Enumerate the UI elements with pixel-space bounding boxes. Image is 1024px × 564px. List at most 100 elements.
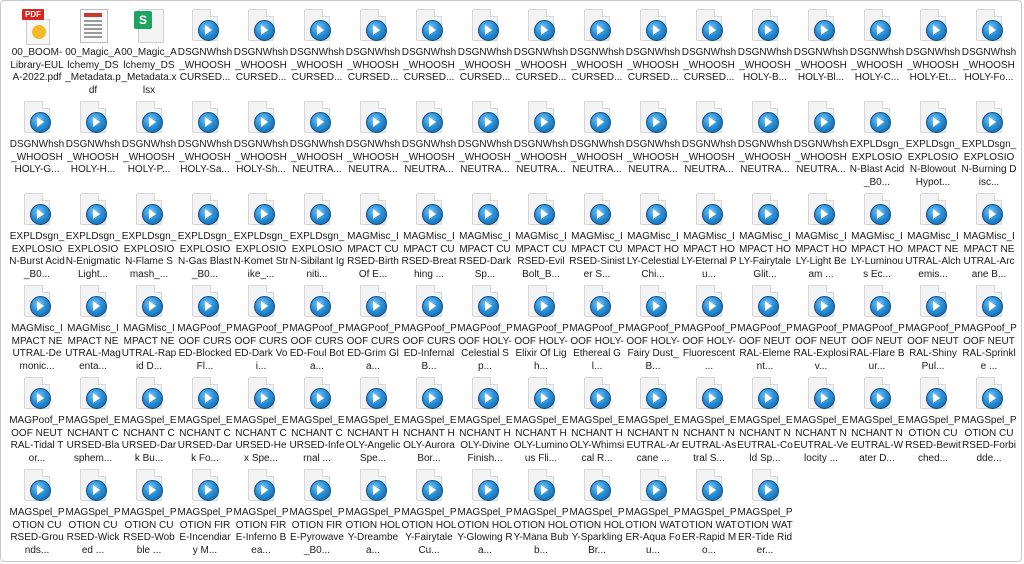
file-item[interactable]: MAGPoof_POOF NEUTRAL-Explosiv... — [793, 283, 849, 375]
file-item[interactable]: DSGNWhsh_WHOOSH CURSED... — [401, 7, 457, 99]
file-item[interactable]: DSGNWhsh_WHOOSH HOLY-C... — [849, 7, 905, 99]
file-item[interactable]: EXPLDsgn_EXPLOSION-Flame Smash_... — [121, 191, 177, 283]
file-item[interactable]: MAGPoof_POOF CURSED-Foul Bota... — [289, 283, 345, 375]
file-item[interactable]: MAGMisc_IMPACT CURSED-Sinister S... — [569, 191, 625, 283]
file-item[interactable]: DSGNWhsh_WHOOSH NEUTRA... — [345, 99, 401, 191]
file-item[interactable]: MAGMisc_IMPACT CURSED-Birth Of E... — [345, 191, 401, 283]
file-item[interactable]: MAGPoof_POOF NEUTRAL-Flare Bur... — [849, 283, 905, 375]
file-item[interactable]: MAGSpel_ENCHANT CURSED-Dark Bu... — [121, 375, 177, 467]
file-item[interactable]: MAGSpel_ENCHANT CURSED-Blasphem... — [65, 375, 121, 467]
file-item[interactable]: MAGMisc_IMPACT NEUTRAL-Arcane B... — [961, 191, 1017, 283]
file-item[interactable]: EXPLDsgn_EXPLOSION-Gas Blast_B0... — [177, 191, 233, 283]
file-item[interactable]: MAGPoof_POOF HOLY-Celestial Sp... — [457, 283, 513, 375]
file-item[interactable]: EXPLDsgn_EXPLOSION-Blowout Hypot... — [905, 99, 961, 191]
file-item[interactable]: MAGSpel_POTION HOLY-Glowing Ra... — [457, 467, 513, 559]
file-item[interactable]: MAGMisc_IMPACT NEUTRAL-Demonic... — [9, 283, 65, 375]
file-item[interactable]: MAGPoof_POOF CURSED-Dark Voi... — [233, 283, 289, 375]
file-item[interactable]: MAGSpel_POTION WATER-Aqua Fou... — [625, 467, 681, 559]
file-item[interactable]: PDF 00_BOOM-Library-EULA-2022.pdf — [9, 7, 65, 99]
file-item[interactable]: DSGNWhsh_WHOOSH CURSED... — [569, 7, 625, 99]
file-item[interactable]: MAGSpel_ENCHANT HOLY-Divine Finish... — [457, 375, 513, 467]
file-item[interactable]: MAGSpel_ENCHANT HOLY-Angelic Spe... — [345, 375, 401, 467]
file-item[interactable]: MAGPoof_POOF NEUTRAL-Sprinkle ... — [961, 283, 1017, 375]
file-item[interactable]: DSGNWhsh_WHOOSH NEUTRA... — [681, 99, 737, 191]
file-item[interactable]: DSGNWhsh_WHOOSH NEUTRA... — [625, 99, 681, 191]
file-item[interactable]: MAGSpel_ENCHANT HOLY-Whimsical R... — [569, 375, 625, 467]
file-item[interactable]: MAGSpel_POTION FIRE-Pyrowave_B0... — [289, 467, 345, 559]
file-item[interactable]: DSGNWhsh_WHOOSH HOLY-G... — [9, 99, 65, 191]
file-item[interactable]: DSGNWhsh_WHOOSH NEUTRA... — [513, 99, 569, 191]
file-item[interactable]: DSGNWhsh_WHOOSH CURSED... — [177, 7, 233, 99]
file-item[interactable]: MAGSpel_ENCHANT CURSED-Hex Spe... — [233, 375, 289, 467]
file-item[interactable]: DSGNWhsh_WHOOSH NEUTRA... — [793, 99, 849, 191]
file-item[interactable]: MAGPoof_POOF NEUTRAL-Element... — [737, 283, 793, 375]
file-item[interactable]: MAGPoof_POOF NEUTRAL-Shiny Pul... — [905, 283, 961, 375]
file-item[interactable]: DSGNWhsh_WHOOSH CURSED... — [513, 7, 569, 99]
file-item[interactable]: EXPLDsgn_EXPLOSION-Burst Acid_B0... — [9, 191, 65, 283]
file-item[interactable]: MAGMisc_IMPACT HOLY-Celestial Chi... — [625, 191, 681, 283]
file-item[interactable]: MAGSpel_POTION CURSED-Bewitched... — [905, 375, 961, 467]
file-item[interactable]: MAGMisc_IMPACT CURSED-Evil Bolt_B... — [513, 191, 569, 283]
file-item[interactable]: MAGSpel_POTION CURSED-Forbidde... — [961, 375, 1017, 467]
file-item[interactable]: DSGNWhsh_WHOOSH NEUTRA... — [289, 99, 345, 191]
file-item[interactable]: DSGNWhsh_WHOOSH HOLY-Bl... — [793, 7, 849, 99]
file-item[interactable]: MAGMisc_IMPACT HOLY-Luminous Ec... — [849, 191, 905, 283]
file-item[interactable]: MAGSpel_POTION FIRE-Incendiary M... — [177, 467, 233, 559]
file-item[interactable]: MAGSpel_POTION CURSED-Wicked ... — [65, 467, 121, 559]
file-item[interactable]: DSGNWhsh_WHOOSH CURSED... — [345, 7, 401, 99]
file-item[interactable]: DSGNWhsh_WHOOSH NEUTRA... — [569, 99, 625, 191]
file-item[interactable]: 00_Magic_Alchemy_DS_Metadata.pdf — [65, 7, 121, 99]
file-item[interactable]: MAGSpel_ENCHANT CURSED-Infernal ... — [289, 375, 345, 467]
file-item[interactable]: MAGSpel_POTION CURSED-Grounds... — [9, 467, 65, 559]
file-item[interactable]: MAGPoof_POOF HOLY-Elixir Of Ligh... — [513, 283, 569, 375]
file-item[interactable]: MAGSpel_POTION WATER-Rapid Mo... — [681, 467, 737, 559]
file-item[interactable]: MAGSpel_ENCHANT CURSED-Dark Fo... — [177, 375, 233, 467]
file-item[interactable]: MAGPoof_POOF CURSED-Grim Gla... — [345, 283, 401, 375]
file-item[interactable]: MAGPoof_POOF CURSED-Blocked Fl... — [177, 283, 233, 375]
file-item[interactable]: DSGNWhsh_WHOOSH HOLY-H... — [65, 99, 121, 191]
file-item[interactable]: MAGMisc_IMPACT HOLY-Fairytale Glit... — [737, 191, 793, 283]
file-item[interactable]: MAGPoof_POOF HOLY-Fluorescent ... — [681, 283, 737, 375]
file-item[interactable]: MAGSpel_ENCHANT NEUTRAL-Cold Sp... — [737, 375, 793, 467]
file-item[interactable]: MAGSpel_ENCHANT NEUTRAL-Water D... — [849, 375, 905, 467]
file-item[interactable]: MAGSpel_POTION HOLY-Mana Bubb... — [513, 467, 569, 559]
file-item[interactable]: MAGPoof_POOF HOLY-Ethereal Gl... — [569, 283, 625, 375]
file-item[interactable]: MAGSpel_ENCHANT NEUTRAL-Arcane ... — [625, 375, 681, 467]
file-item[interactable]: DSGNWhsh_WHOOSH HOLY-B... — [737, 7, 793, 99]
file-item[interactable]: MAGSpel_ENCHANT NEUTRAL-Velocity ... — [793, 375, 849, 467]
file-item[interactable]: MAGPoof_POOF NEUTRAL-Tidal Tor... — [9, 375, 65, 467]
file-item[interactable]: MAGMisc_IMPACT NEUTRAL-Alchemis... — [905, 191, 961, 283]
file-item[interactable]: EXPLDsgn_EXPLOSION-Komet Strike_... — [233, 191, 289, 283]
file-item[interactable]: DSGNWhsh_WHOOSH HOLY-P... — [121, 99, 177, 191]
file-item[interactable]: DSGNWhsh_WHOOSH HOLY-Fo... — [961, 7, 1017, 99]
file-item[interactable]: MAGSpel_ENCHANT NEUTRAL-Astral S... — [681, 375, 737, 467]
file-item[interactable]: DSGNWhsh_WHOOSH NEUTRA... — [737, 99, 793, 191]
file-item[interactable]: MAGSpel_POTION FIRE-Inferno Bea... — [233, 467, 289, 559]
file-item[interactable]: MAGSpel_POTION CURSED-Wobble ... — [121, 467, 177, 559]
file-item[interactable]: MAGMisc_IMPACT NEUTRAL-Rapid D... — [121, 283, 177, 375]
file-item[interactable]: DSGNWhsh_WHOOSH CURSED... — [233, 7, 289, 99]
file-item[interactable]: MAGSpel_ENCHANT HOLY-Aurora Bor... — [401, 375, 457, 467]
file-item[interactable]: MAGSpel_POTION HOLY-Dreambea... — [345, 467, 401, 559]
file-item[interactable]: MAGMisc_IMPACT HOLY-Light Beam ... — [793, 191, 849, 283]
file-item[interactable]: DSGNWhsh_WHOOSH CURSED... — [681, 7, 737, 99]
file-item[interactable]: MAGSpel_POTION HOLY-Sparkling Br... — [569, 467, 625, 559]
file-item[interactable]: DSGNWhsh_WHOOSH CURSED... — [289, 7, 345, 99]
file-item[interactable]: MAGPoof_POOF CURSED-Infernal B... — [401, 283, 457, 375]
file-item[interactable]: MAGMisc_IMPACT CURSED-Breathing ... — [401, 191, 457, 283]
file-item[interactable]: MAGPoof_POOF HOLY-Fairy Dust_B... — [625, 283, 681, 375]
file-item[interactable]: MAGSpel_POTION HOLY-Fairytale Cu... — [401, 467, 457, 559]
file-item[interactable]: MAGSpel_ENCHANT HOLY-Luminous Fli... — [513, 375, 569, 467]
file-item[interactable]: MAGMisc_IMPACT HOLY-Eternal Pu... — [681, 191, 737, 283]
file-item[interactable]: DSGNWhsh_WHOOSH CURSED... — [457, 7, 513, 99]
file-item[interactable]: MAGMisc_IMPACT NEUTRAL-Magenta... — [65, 283, 121, 375]
file-item[interactable]: EXPLDsgn_EXPLOSION-Blast Acid_B0... — [849, 99, 905, 191]
file-item[interactable]: DSGNWhsh_WHOOSH NEUTRA... — [457, 99, 513, 191]
file-item[interactable]: DSGNWhsh_WHOOSH HOLY-Et... — [905, 7, 961, 99]
file-item[interactable]: EXPLDsgn_EXPLOSION-Sibilant Igniti... — [289, 191, 345, 283]
file-item[interactable]: EXPLDsgn_EXPLOSION-Burning Disc... — [961, 99, 1017, 191]
file-item[interactable]: DSGNWhsh_WHOOSH HOLY-Sh... — [233, 99, 289, 191]
file-item[interactable]: EXPLDsgn_EXPLOSION-Enigmatic Light... — [65, 191, 121, 283]
file-item[interactable]: DSGNWhsh_WHOOSH HOLY-Sa... — [177, 99, 233, 191]
file-item[interactable]: DSGNWhsh_WHOOSH CURSED... — [625, 7, 681, 99]
